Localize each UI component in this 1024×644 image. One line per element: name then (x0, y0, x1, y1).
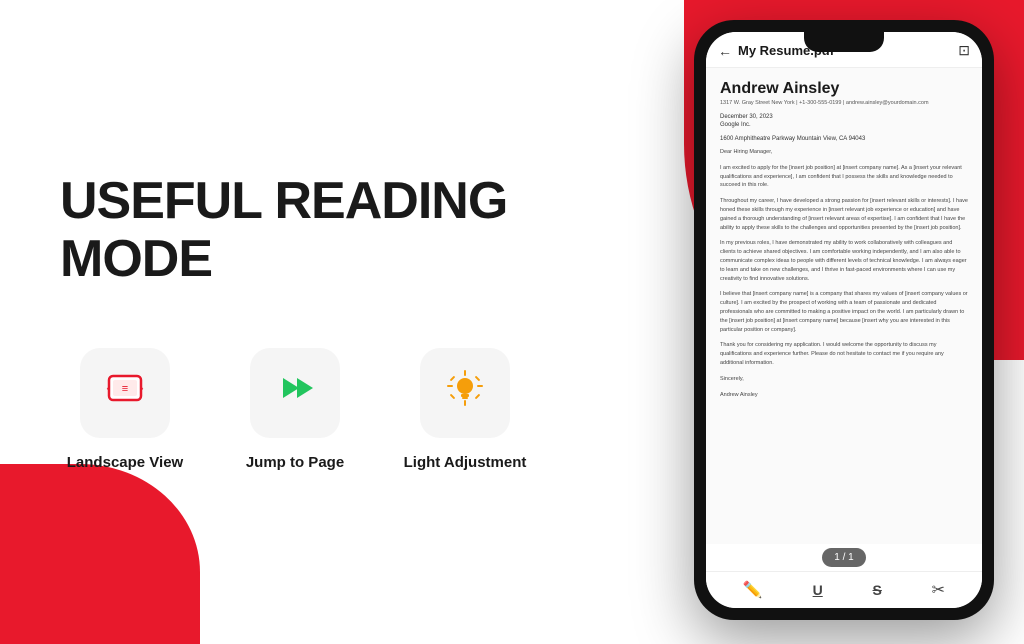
resume-company-name: Google Inc. (720, 122, 968, 128)
pencil-icon[interactable]: ✏️ (743, 580, 763, 600)
jump-to-page-label: Jump to Page (246, 454, 344, 471)
resume-para-3: In my previous roles, I have demonstrate… (720, 239, 968, 283)
main-title: USEFUL READING MODE (60, 173, 600, 287)
underline-icon[interactable]: U (813, 582, 823, 598)
phone-notch (804, 32, 884, 52)
jump-icon (273, 366, 317, 420)
svg-text:≡: ≡ (122, 383, 128, 395)
phone-mockup: ← My Resume.pdf ⊡ Andrew Ainsley 1317 W.… (694, 20, 994, 620)
feature-jump-to-page[interactable]: Jump to Page (230, 348, 360, 471)
features-row: ≡ ‹ › Landscape View Jump to Page (60, 348, 600, 471)
light-adjustment-label: Light Adjustment (404, 454, 527, 471)
pdf-toolbar: ✏️ U S ✂ (706, 571, 982, 608)
resume-para-2: Throughout my career, I have developed a… (720, 197, 968, 232)
resume-sincerely: Sincerely, (720, 375, 968, 384)
left-content-area: USEFUL READING MODE ≡ ‹ › Landscape View (0, 0, 600, 644)
light-icon (443, 366, 487, 420)
page-indicator: 1 / 1 (822, 548, 865, 567)
resume-company-address: 1600 Amphitheatre Parkway Mountain View,… (720, 136, 968, 142)
phone-screen: ← My Resume.pdf ⊡ Andrew Ainsley 1317 W.… (706, 32, 982, 608)
pdf-content: Andrew Ainsley 1317 W. Gray Street New Y… (706, 68, 982, 544)
phone-outer: ← My Resume.pdf ⊡ Andrew Ainsley 1317 W.… (694, 20, 994, 620)
jump-to-page-icon-box (250, 348, 340, 438)
scissors-icon[interactable]: ✂ (932, 580, 945, 600)
feature-light-adjustment[interactable]: Light Adjustment (400, 348, 530, 471)
resume-signature: Andrew Ainsley (720, 391, 968, 400)
resume-salutation: Dear Hiring Manager, (720, 148, 968, 157)
landscape-icon-box: ≡ ‹ › (80, 348, 170, 438)
landscape-icon: ≡ ‹ › (103, 366, 147, 420)
svg-text:‹: ‹ (107, 383, 110, 393)
resume-para-1: I am excited to apply for the [insert jo… (720, 164, 968, 190)
resume-name: Andrew Ainsley (720, 80, 968, 98)
resume-para-5: Thank you for considering my application… (720, 341, 968, 367)
resume-contact: 1317 W. Gray Street New York | +1-300-55… (720, 100, 968, 106)
resume-date: December 30, 2023 (720, 114, 968, 120)
strikethrough-icon[interactable]: S (873, 582, 882, 598)
landscape-view-label: Landscape View (67, 454, 183, 471)
resume-para-4: I believe that [insert company name] is … (720, 290, 968, 334)
back-arrow-icon[interactable]: ← (718, 43, 732, 59)
menu-icon[interactable]: ⊡ (958, 42, 970, 59)
svg-text:›: › (141, 383, 144, 393)
light-adjustment-icon-box (420, 348, 510, 438)
feature-landscape-view[interactable]: ≡ ‹ › Landscape View (60, 348, 190, 471)
